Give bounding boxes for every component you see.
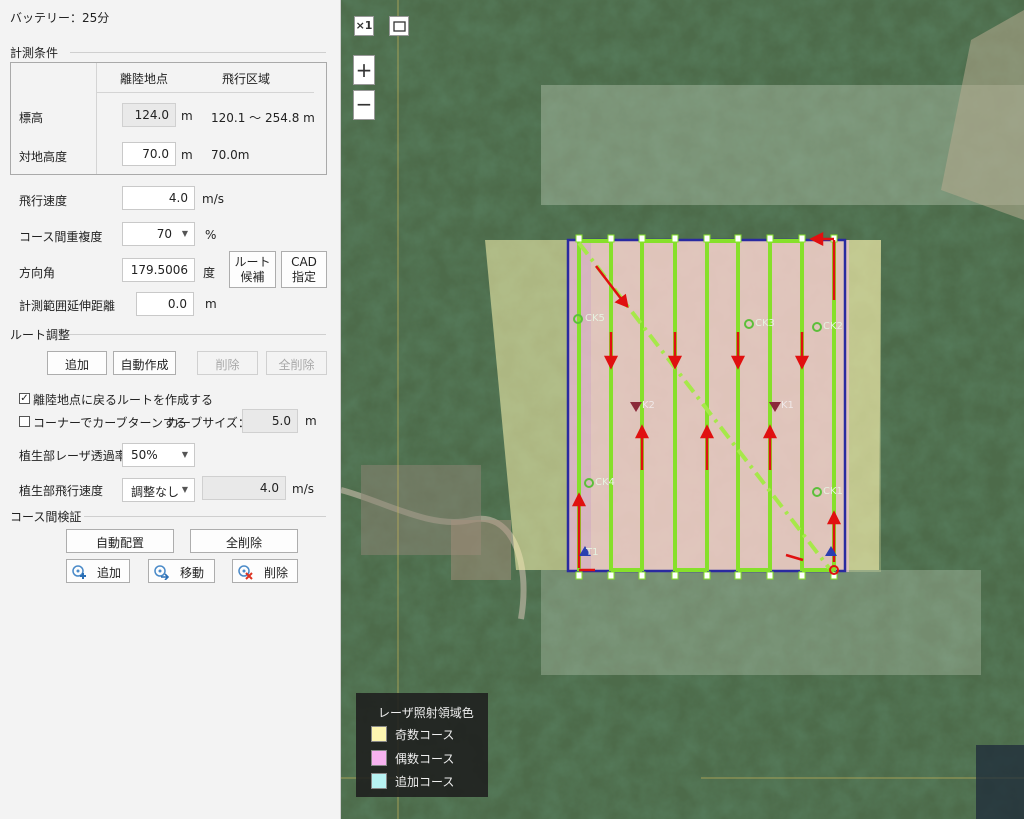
curve-checkbox[interactable]: [19, 416, 30, 427]
legend-swatch-even: [371, 750, 387, 766]
veg-speed-field: 4.0: [202, 476, 286, 500]
elevation-unit: m: [181, 109, 193, 123]
verify-section-title: コース間検証: [10, 510, 82, 524]
veg-speed-select[interactable]: 調整なし ▼: [122, 478, 195, 502]
verify-add-label: 追加: [97, 566, 122, 580]
route-add-button[interactable]: 追加: [47, 351, 107, 375]
route-candidate-button[interactable]: ルート 候補: [229, 251, 276, 288]
agl-field[interactable]: 70.0: [122, 142, 176, 166]
speed-field[interactable]: 4.0: [122, 186, 195, 210]
chevron-down-icon: ▼: [181, 450, 188, 459]
marker-k1[interactable]: K1: [781, 400, 794, 411]
area-column-header: 飛行区域: [222, 72, 271, 86]
route-delete-button[interactable]: 削除: [197, 351, 258, 375]
marker-t1[interactable]: T1: [586, 547, 598, 558]
route-section-title: ルート調整: [10, 328, 71, 342]
section-divider: [70, 334, 326, 335]
marker-ck2[interactable]: CK2: [823, 321, 843, 332]
zoom-in-button[interactable]: +: [353, 55, 375, 85]
section-divider: [70, 52, 326, 53]
add-pin-icon: [72, 565, 86, 579]
legend-label-even: 偶数コース: [395, 752, 455, 766]
marker-ck5[interactable]: CK5: [585, 313, 605, 324]
veg-speed-value: 調整なし: [131, 485, 180, 499]
measurement-section-title: 計測条件: [10, 46, 59, 60]
speed-label: 飛行速度: [19, 194, 68, 208]
veg-rate-select[interactable]: 50% ▼: [122, 443, 195, 467]
veg-speed-label: 植生部飛行速度: [19, 484, 104, 498]
auto-place-button[interactable]: 自動配置: [66, 529, 174, 553]
delete-pin-icon: [238, 565, 253, 580]
legend: レーザ照射領域色 奇数コース 偶数コース 追加コース: [356, 693, 488, 797]
verify-delete-label: 削除: [264, 566, 289, 580]
marker-k2[interactable]: K2: [642, 400, 655, 411]
table-divider: [96, 63, 97, 174]
agl-label: 対地高度: [19, 150, 68, 164]
route-delete-all-button[interactable]: 全削除: [266, 351, 327, 375]
chevron-down-icon: ▼: [181, 485, 188, 494]
zoom-out-button[interactable]: −: [353, 90, 375, 120]
extend-field[interactable]: 0.0: [136, 292, 194, 316]
route-auto-button[interactable]: 自動作成: [113, 351, 176, 375]
curve-checkbox-label: コーナーでカーブターンする: [33, 416, 187, 430]
return-checkbox-label: 離陸地点に戻るルートを作成する: [33, 393, 214, 407]
legend-swatch-odd: [371, 726, 387, 742]
overlap-select[interactable]: 70 ▼: [122, 222, 195, 246]
takeoff-column-header: 離陸地点: [120, 72, 169, 86]
elevation-range: 120.1 ～ 254.8 m: [211, 111, 315, 125]
verify-add-button[interactable]: 追加: [66, 559, 130, 583]
move-pin-icon: [154, 565, 169, 580]
curve-size-field[interactable]: 5.0: [242, 409, 298, 433]
veg-speed-unit: m/s: [292, 482, 314, 496]
legend-label-odd: 奇数コース: [395, 728, 455, 742]
section-divider: [84, 516, 326, 517]
settings-panel: バッテリー：25分 計測条件 離陸地点 飛行区域 標高 124.0 m 120.…: [0, 0, 341, 819]
elevation-field: 124.0: [122, 103, 176, 127]
heading-unit: 度: [203, 266, 216, 280]
curve-size-unit: m: [305, 414, 317, 428]
rectangle-select-icon: [393, 21, 406, 32]
overlap-unit: %: [205, 228, 217, 242]
legend-label-added: 追加コース: [395, 775, 455, 789]
speed-unit: m/s: [202, 192, 224, 206]
overlap-value: 70: [156, 227, 172, 241]
legend-title: レーザ照射領域色: [378, 706, 474, 720]
return-checkbox[interactable]: ✓: [19, 393, 30, 404]
legend-swatch-added: [371, 773, 387, 789]
verify-delete-button[interactable]: 削除: [232, 559, 298, 583]
agl-unit: m: [181, 148, 193, 162]
heading-label: 方向角: [19, 266, 56, 280]
veg-rate-label: 植生部レーザ透過率: [19, 449, 127, 463]
verify-delete-all-button[interactable]: 全削除: [190, 529, 298, 553]
overlap-label: コース間重複度: [19, 230, 103, 244]
marker-ck1[interactable]: CK1: [823, 486, 843, 497]
cad-button[interactable]: CAD 指定: [281, 251, 327, 288]
extend-unit: m: [205, 297, 217, 311]
verify-move-button[interactable]: 移動: [148, 559, 215, 583]
veg-rate-value: 50%: [131, 448, 158, 462]
elevation-label: 標高: [19, 111, 44, 125]
curve-size-label: カーブサイズ：: [167, 416, 250, 430]
table-divider: [97, 92, 314, 93]
battery-status: バッテリー：25分: [10, 11, 110, 25]
marker-ck4[interactable]: CK4: [595, 477, 615, 488]
verify-move-label: 移動: [180, 566, 205, 580]
marker-ck3[interactable]: CK3: [755, 318, 775, 329]
chevron-down-icon: ▼: [181, 229, 188, 238]
select-area-button[interactable]: [389, 16, 409, 36]
scale-button[interactable]: ×1: [354, 16, 374, 36]
agl-area-value: 70.0m: [211, 148, 250, 162]
extend-label: 計測範囲延伸距離: [19, 299, 116, 313]
heading-field[interactable]: 179.5006: [122, 258, 195, 282]
